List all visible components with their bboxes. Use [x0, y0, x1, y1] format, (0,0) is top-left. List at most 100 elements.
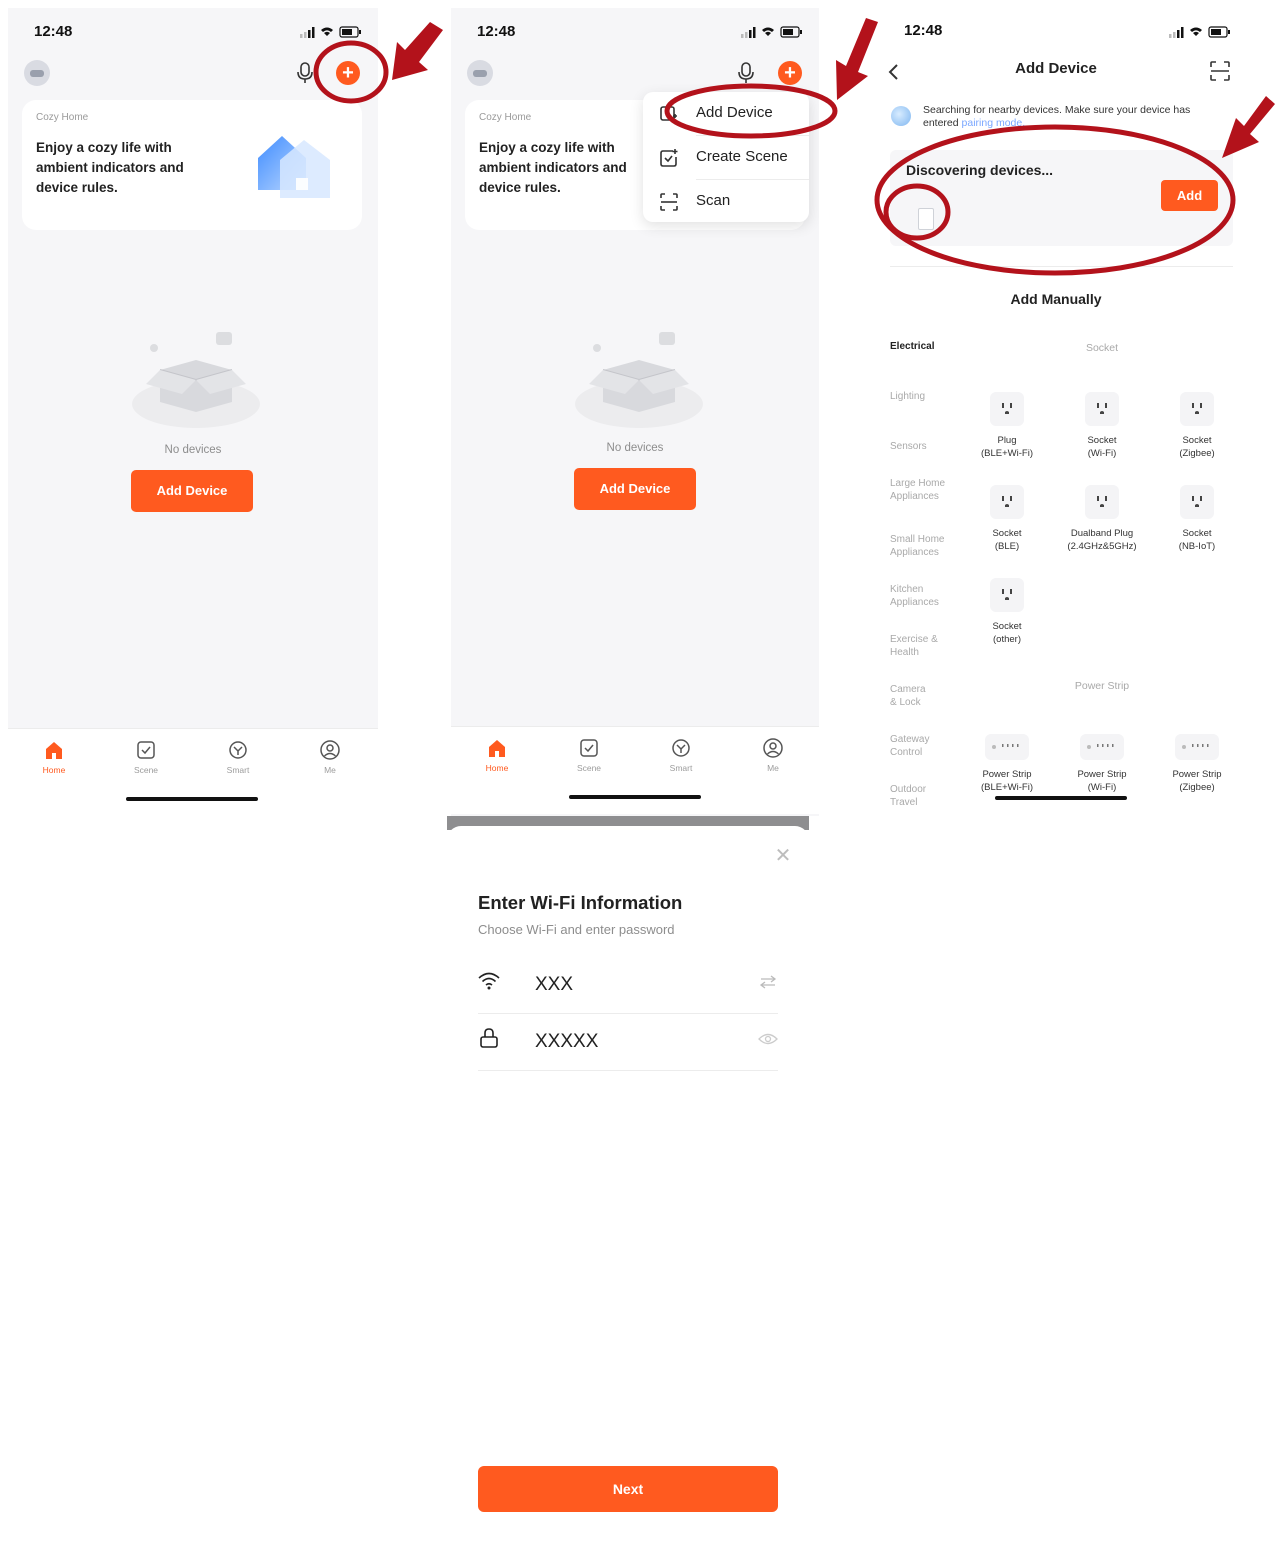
power-strip-icon: [985, 734, 1029, 760]
microphone-icon[interactable]: [735, 61, 757, 85]
tab-home-label: Home: [485, 763, 509, 773]
profile-icon: [320, 740, 340, 760]
category-sensors[interactable]: Sensors: [890, 441, 960, 454]
scan-icon[interactable]: [1209, 60, 1231, 82]
product-item[interactable]: Power Strip (Zigbee): [1149, 734, 1241, 794]
next-button[interactable]: Next: [478, 1466, 778, 1512]
section-power-strip-heading: Power Strip: [1074, 680, 1130, 692]
status-time: 12:48: [34, 23, 73, 40]
product-sub: (other): [993, 634, 1021, 645]
menu-item-scan[interactable]: Scan: [643, 180, 809, 222]
menu-label: Scan: [696, 192, 731, 209]
avatar[interactable]: [24, 60, 50, 86]
power-strip-icon: [1175, 734, 1219, 760]
wifi-ssid-field[interactable]: XXX: [478, 964, 778, 1014]
empty-state-text: No devices: [164, 444, 222, 456]
product-item[interactable]: Socket (BLE): [959, 485, 1055, 553]
category-gateway-control[interactable]: Gateway Control: [890, 734, 938, 759]
home-card: Cozy Home Enjoy a cozy life with ambient…: [22, 100, 362, 230]
smart-icon: [229, 741, 247, 759]
product-sub: (Wi-Fi): [1087, 782, 1117, 793]
add-discovered-button[interactable]: Add: [1161, 180, 1218, 211]
pairing-mode-link[interactable]: pairing mode.: [962, 117, 1026, 129]
product-name: Power Strip: [982, 769, 1032, 780]
product-name: Socket: [992, 621, 1022, 632]
wifi-bottom-sheet: ✕ Enter Wi-Fi Information Choose Wi-Fi a…: [447, 826, 809, 1551]
tab-me[interactable]: Me: [300, 739, 360, 775]
product-item[interactable]: Power Strip (BLE+Wi-Fi): [959, 734, 1055, 794]
add-plus-button[interactable]: +: [778, 61, 802, 85]
home-icon: [46, 742, 62, 759]
socket-icon: [990, 578, 1024, 612]
avatar[interactable]: [467, 60, 493, 86]
product-item[interactable]: Power Strip (Wi-Fi): [1054, 734, 1150, 794]
category-electrical[interactable]: Electrical: [890, 341, 960, 354]
category-exercise-health[interactable]: Exercise & Health: [890, 634, 938, 659]
signal-wifi-battery-icon: [741, 26, 802, 38]
sheet-title: Enter Wi-Fi Information: [478, 892, 683, 913]
product-sub: (BLE+Wi-Fi): [981, 782, 1033, 793]
eye-icon[interactable]: [758, 1031, 778, 1047]
product-item[interactable]: Socket (NB-IoT): [1149, 485, 1241, 553]
divider: [890, 266, 1233, 267]
signal-wifi-battery-icon: [300, 26, 361, 38]
product-item[interactable]: Socket (other): [959, 578, 1055, 646]
scene-icon: [137, 741, 155, 759]
add-plus-button[interactable]: +: [336, 61, 360, 85]
menu-item-add-device[interactable]: Add Device: [643, 92, 809, 134]
tab-smart-label: Smart: [226, 765, 250, 775]
socket-icon: [990, 392, 1024, 426]
product-item[interactable]: Dualband Plug (2.4GHz&5GHz): [1054, 485, 1150, 553]
wifi-icon: [478, 972, 500, 990]
empty-box-illustration-icon: [132, 332, 260, 428]
product-item[interactable]: Socket (Wi-Fi): [1054, 392, 1150, 460]
tab-me-label: Me: [324, 765, 336, 775]
product-item[interactable]: Plug (BLE+Wi-Fi): [959, 392, 1055, 460]
discovering-title: Discovering devices...: [906, 162, 1054, 178]
category-lighting[interactable]: Lighting: [890, 391, 960, 404]
home-indicator: [995, 796, 1127, 800]
category-outdoor-travel[interactable]: Outdoor Travel: [890, 784, 938, 809]
menu-item-create-scene[interactable]: Create Scene: [643, 136, 809, 178]
product-name: Socket: [1182, 528, 1212, 539]
category-kitchen-appliances[interactable]: Kitchen Appliances: [890, 584, 948, 609]
add-device-button[interactable]: Add Device: [574, 468, 696, 510]
add-device-button[interactable]: Add Device: [131, 470, 253, 512]
product-item[interactable]: Socket (Zigbee): [1149, 392, 1241, 460]
tab-home[interactable]: Home: [24, 739, 84, 775]
search-hint: Searching for nearby devices. Make sure …: [923, 104, 1223, 130]
tab-home-label: Home: [42, 765, 66, 775]
close-icon[interactable]: ✕: [773, 846, 793, 866]
tab-smart[interactable]: Smart: [208, 739, 268, 775]
category-large-home-appliances[interactable]: Large Home Appliances: [890, 478, 946, 503]
scan-icon: [660, 193, 678, 211]
smart-icon: [672, 739, 690, 757]
tab-scene[interactable]: Scene: [559, 737, 619, 773]
home-screen: 12:48 + Cozy Home Enjoy a cozy life with…: [8, 8, 378, 816]
category-camera-lock[interactable]: Camera & Lock: [890, 684, 934, 709]
tab-me[interactable]: Me: [743, 737, 803, 773]
product-sub: (Zigbee): [1179, 782, 1215, 793]
status-time: 12:48: [904, 22, 943, 39]
card-label: Cozy Home: [479, 112, 532, 123]
tab-bar: Home Scene Smart Me: [451, 726, 819, 814]
section-socket-heading: Socket: [1085, 342, 1119, 354]
product-sub: (Zigbee): [1179, 448, 1215, 459]
discovered-device-icon[interactable]: [918, 208, 934, 230]
status-time: 12:48: [477, 23, 516, 40]
menu-label: Create Scene: [696, 148, 788, 165]
category-small-home-appliances[interactable]: Small Home Appliances: [890, 534, 952, 559]
socket-icon: [1085, 392, 1119, 426]
microphone-icon[interactable]: [294, 61, 316, 85]
wifi-password-field[interactable]: XXXXX: [478, 1021, 778, 1071]
switch-network-icon[interactable]: [758, 974, 778, 990]
socket-icon: [990, 485, 1024, 519]
tab-scene[interactable]: Scene: [116, 739, 176, 775]
tab-smart[interactable]: Smart: [651, 737, 711, 773]
socket-icon: [1180, 392, 1214, 426]
socket-icon: [1085, 485, 1119, 519]
menu-label: Add Device: [696, 104, 773, 121]
card-label: Cozy Home: [36, 112, 89, 123]
tab-home[interactable]: Home: [467, 737, 527, 773]
product-name: Plug: [997, 435, 1017, 446]
